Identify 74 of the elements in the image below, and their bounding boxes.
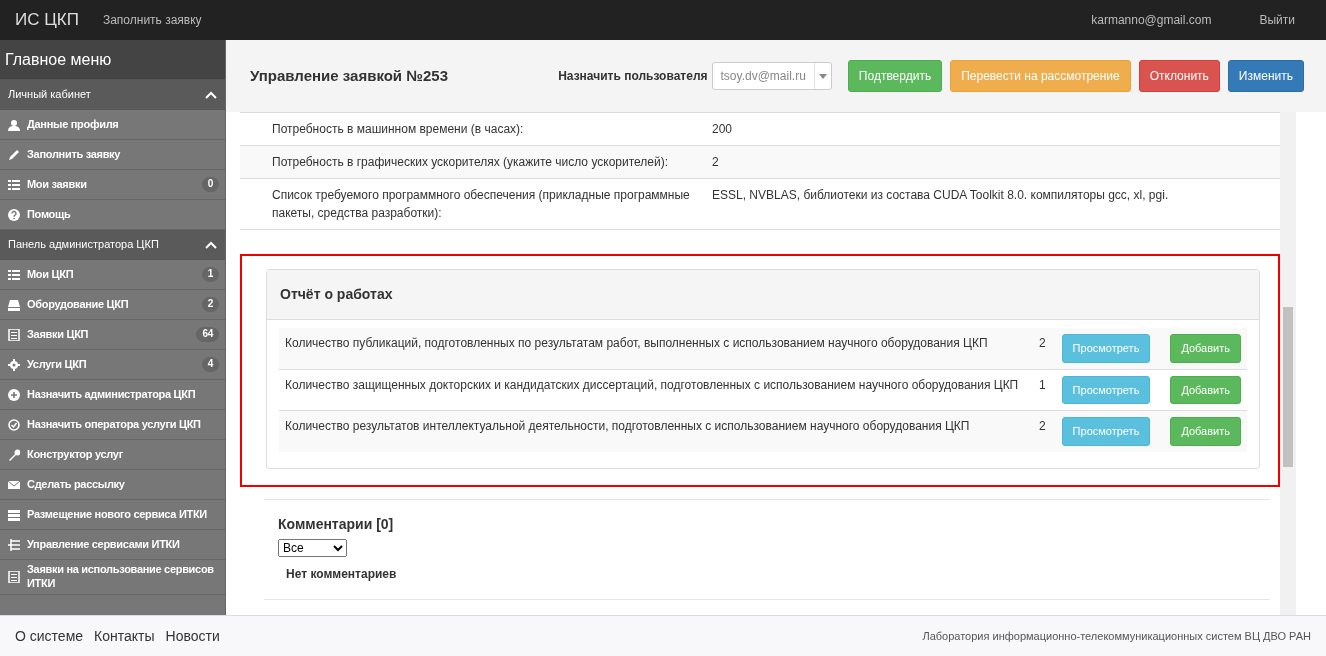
add-button[interactable]: Добавить	[1170, 417, 1241, 446]
sidebar-item[interactable]: Управление сервисами ИТКИ	[0, 530, 225, 560]
section-title: Личный кабинет	[8, 87, 91, 103]
plus-circle-icon	[8, 388, 20, 401]
action-button[interactable]: Изменить	[1227, 60, 1304, 92]
sidebar-item[interactable]: Назначить администратора ЦКП	[0, 380, 225, 410]
sidebar-item[interactable]: Размещение нового сервиса ИТКИ	[0, 500, 225, 530]
report-count: 2	[1037, 418, 1047, 435]
field-label: Потребность в графических ускорителях (укажите число ускорителей):	[272, 154, 670, 171]
report-row-text: Количество публикаций, подготовленных по результатам работ, выполненных с использованием научного оборудования ЦКП	[285, 335, 989, 352]
add-button[interactable]: Добавить	[1170, 375, 1241, 404]
report-count: 1	[1037, 376, 1047, 394]
report-count: 2	[1037, 335, 1047, 352]
sidebar-section-header[interactable]: Панель администратора ЦКП	[0, 230, 225, 260]
field-label: Список требуемого программного обеспечения (прикладные программные пакеты, средства разработки):	[272, 187, 691, 222]
field-label: Потребность в машинном времени (в часах):	[272, 121, 525, 138]
question-icon	[8, 208, 20, 221]
chevron-up-icon	[205, 90, 217, 99]
assign-label: Назначить пользователя	[558, 68, 708, 85]
sidebar-item[interactable]: Мои заявки 0	[0, 170, 225, 200]
panel-title: Отчёт о работах	[267, 270, 1259, 320]
user-email: karmanno@gmail.com	[1091, 12, 1212, 29]
sidebar-item[interactable]: Заявки ЦКП 64	[0, 320, 225, 350]
empty-message: Нет комментариев	[286, 565, 398, 583]
sidebar-item[interactable]: Данные профиля	[0, 110, 225, 140]
scrollbar[interactable]	[1280, 112, 1296, 615]
count-badge: 0	[201, 177, 219, 192]
user-select[interactable]: tsoy.dv@mail.ru	[711, 62, 832, 90]
sidebar-title: Главное меню	[0, 40, 225, 80]
sidebar-item[interactable]: Назначить оператора услуги ЦКП	[0, 410, 225, 440]
count-badge: 2	[201, 297, 219, 312]
count-badge: 4	[201, 357, 219, 372]
section-title: Панель администратора ЦКП	[8, 237, 159, 253]
sidebar-section-header[interactable]: Личный кабинет	[0, 80, 225, 110]
report-row-text: Количество защищенных докторских и кандидатских диссертаций, подготовленных с использованием научного оборудования ЦКП	[285, 376, 1020, 394]
list-icon	[8, 178, 20, 191]
document-icon	[8, 328, 20, 341]
chevron-up-icon	[205, 240, 217, 249]
nav-link[interactable]: Заполнить заявку	[102, 11, 202, 29]
person-icon	[8, 118, 20, 131]
add-button[interactable]: Добавить	[1170, 334, 1241, 363]
envelope-icon	[8, 478, 20, 491]
server-icon	[8, 508, 20, 521]
pencil-icon	[8, 148, 20, 161]
document-icon	[8, 570, 20, 583]
comments-title: Комментарии [0]	[278, 514, 395, 534]
list-icon	[8, 268, 20, 281]
drive-icon	[8, 298, 20, 311]
tree-icon	[8, 538, 20, 551]
comment-filter[interactable]: Все	[278, 538, 347, 557]
field-value: 200	[712, 121, 733, 138]
count-badge: 1	[201, 267, 219, 282]
field-value: 2	[712, 154, 719, 171]
action-button[interactable]: Подтвердить	[847, 60, 943, 92]
sidebar-item[interactable]: Конструктор услуг	[0, 440, 225, 470]
count-badge: 64	[196, 327, 219, 342]
footer-credit: Лаборатория информационно-телекоммуникационных систем ВЦ ДВО РАН	[922, 628, 1311, 644]
page-title: Управление заявкой №253	[250, 67, 448, 85]
sidebar-item[interactable]: Мои ЦКП 1	[0, 260, 225, 290]
report-row-text: Количество результатов интеллектуальной деятельности, подготовленных с использованием научного оборудования ЦКП	[285, 418, 971, 435]
field-value: ESSL, NVBLAS, библиотеки из состава CUDA Toolkit 8.0. компиляторы gcc, xl, pgi.	[712, 187, 1169, 204]
footer-link[interactable]: О системе	[15, 627, 84, 644]
brand-name[interactable]: ИС ЦКП	[15, 7, 79, 33]
footer-link[interactable]: Новости	[165, 627, 220, 644]
sidebar-item[interactable]: Услуги ЦКП 4	[0, 350, 225, 380]
action-button[interactable]: Отклонить	[1138, 60, 1220, 92]
footer-link[interactable]: Контакты	[94, 627, 155, 644]
logout-link[interactable]: Выйти	[1259, 11, 1295, 29]
sidebar-item[interactable]: Сделать рассылку	[0, 470, 225, 500]
sidebar-item[interactable]: Заявки на использование сервисов ИТКИ	[0, 560, 225, 595]
caret-icon	[818, 73, 827, 79]
sidebar-item[interactable]: Заполнить заявку	[0, 140, 225, 170]
sidebar-item[interactable]: Оборудование ЦКП 2	[0, 290, 225, 320]
check-circle-icon	[8, 418, 20, 431]
